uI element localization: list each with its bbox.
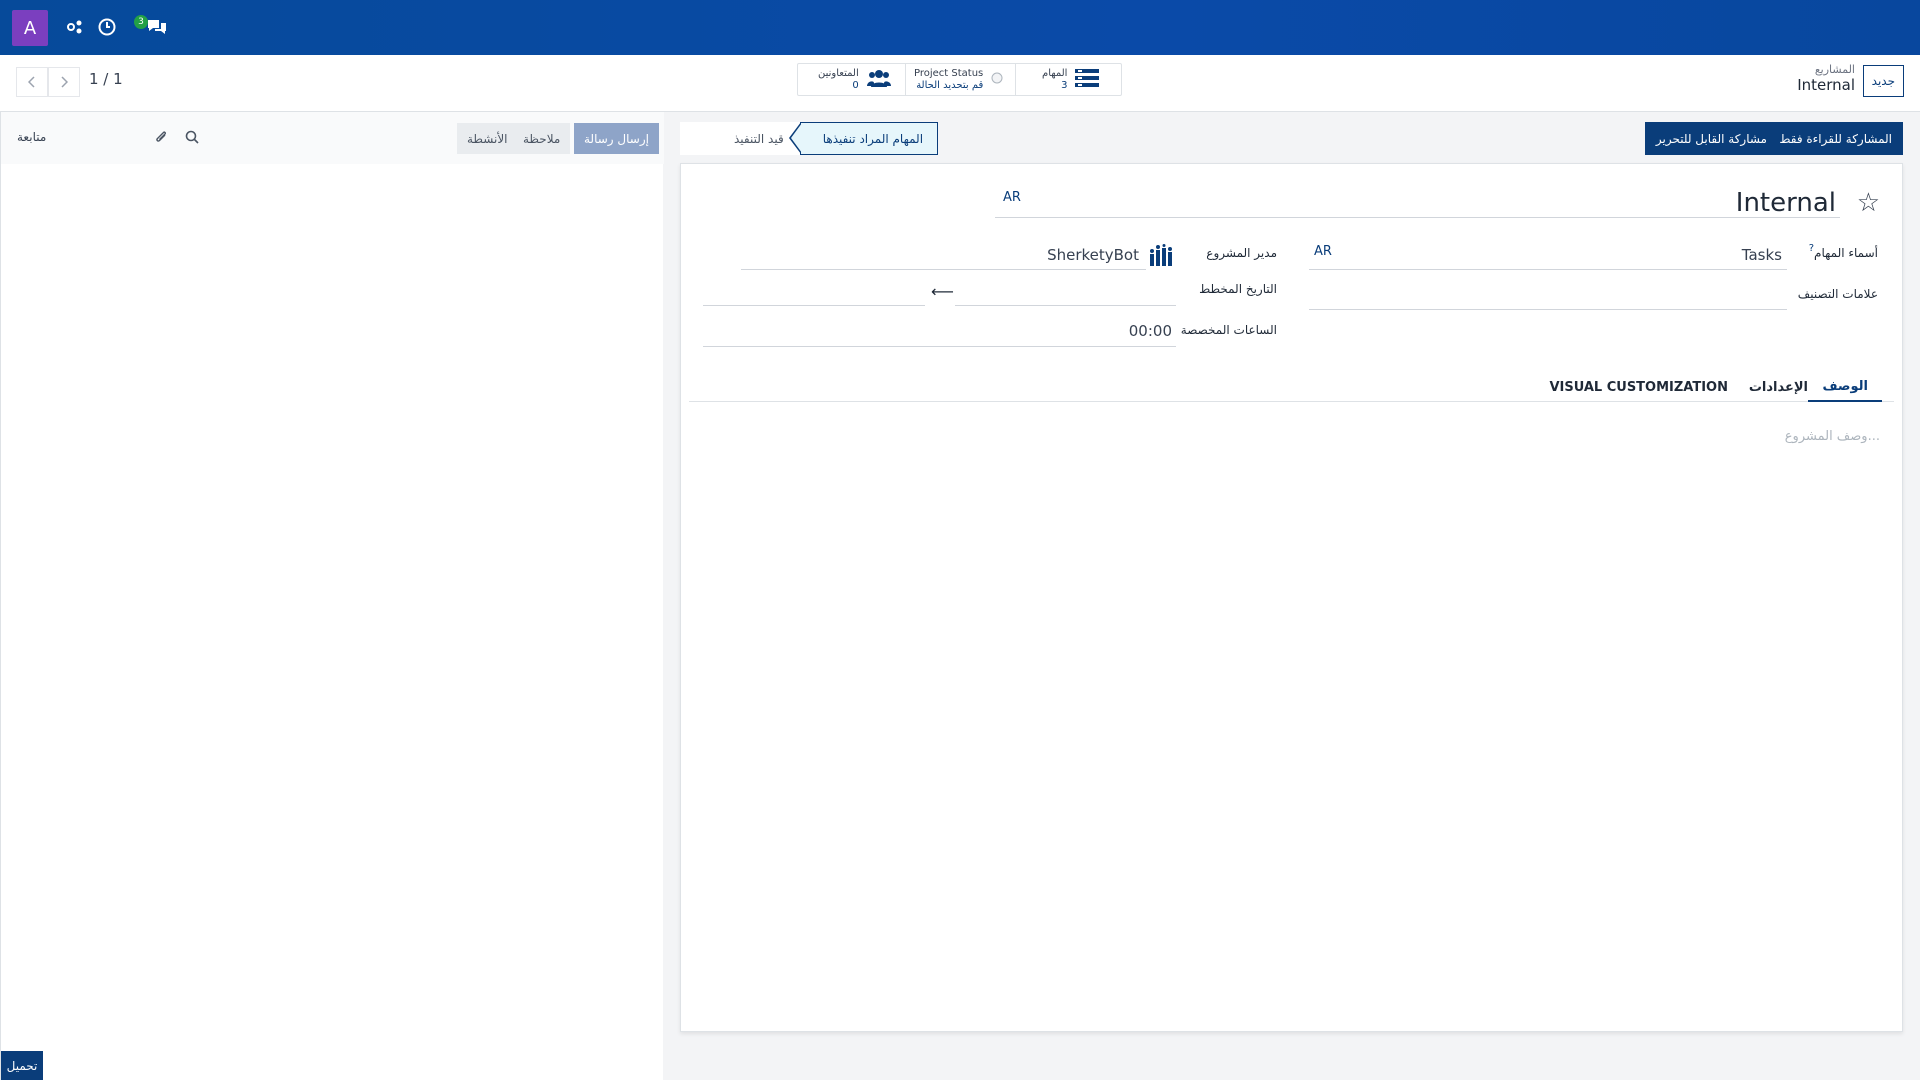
activities-button[interactable]: الأنشطة (457, 123, 518, 154)
stage-todo[interactable]: المهام المراد تنفيذها (788, 122, 939, 155)
description-editor[interactable]: وصف المشروع... (1785, 429, 1880, 444)
search-icon[interactable] (183, 128, 201, 146)
tasks-list-icon (1075, 68, 1100, 92)
stage-in-progress[interactable]: قيد التنفيذ (680, 122, 800, 155)
top-navbar: A 3 (0, 0, 1920, 55)
tasks-value: 3 (1061, 80, 1068, 91)
title-lang-tag[interactable]: AR (1003, 190, 1021, 205)
stat-divider (1015, 64, 1016, 95)
pager-next-button[interactable] (48, 67, 80, 97)
users-icon (866, 68, 891, 92)
project-manager-label: مدير المشروع (1206, 246, 1277, 260)
status-circle-icon (991, 72, 1003, 88)
tab-settings[interactable]: الإعدادات (1735, 372, 1822, 402)
stat-divider (905, 64, 906, 95)
breadcrumb-current: Internal (1797, 76, 1855, 94)
share-readonly-button[interactable]: المشاركة للقراءة فقط (1768, 122, 1903, 155)
download-button[interactable]: تحميل (1, 1051, 43, 1080)
task-names-value[interactable]: Tasks (1742, 246, 1782, 264)
follow-button[interactable]: متابعة (17, 130, 46, 144)
share-editable-button[interactable]: مشاركة القابل للتحرير (1644, 122, 1778, 155)
chatter-panel: إرسال رسالة ملاحظة الأنشطة متابعة تحميل (0, 112, 664, 1080)
project-manager-underline (741, 269, 1146, 270)
planned-date-end-field[interactable] (703, 305, 925, 306)
allocated-hours-value[interactable]: 00:00 (1129, 322, 1172, 340)
project-status-stat[interactable]: Project Status قم بتحديد الحالة (914, 64, 1003, 95)
planned-date-start-field[interactable] (955, 305, 1176, 306)
breadcrumb: المشاريع Internal (1797, 63, 1855, 94)
control-panel: 1 / 1 المتعاونين 0 Project Status قم بتح… (0, 55, 1920, 112)
project-status-value: قم بتحديد الحالة (916, 80, 984, 91)
allocated-hours-label: الساعات المخصصة (1180, 323, 1277, 337)
chatter-toolbar: إرسال رسالة ملاحظة الأنشطة متابعة (1, 112, 664, 164)
allocated-hours-underline (703, 346, 1176, 347)
breadcrumb-parent[interactable]: المشاريع (1797, 63, 1855, 76)
tasks-label: المهام (1042, 68, 1068, 79)
paperclip-icon[interactable] (152, 128, 170, 146)
help-tooltip-icon[interactable]: ? (1809, 243, 1814, 254)
notebook-tabs: الوصف الإعدادات VISUAL CUSTOMIZATION (689, 372, 1894, 402)
date-range-arrow-icon: ⟵ (931, 282, 954, 301)
tasks-stat[interactable]: المهام 3 (1042, 64, 1100, 95)
chat-icon[interactable] (146, 16, 168, 38)
project-name-field[interactable]: Internal (995, 186, 1840, 218)
star-icon[interactable]: ☆ (1857, 188, 1880, 218)
tags-field[interactable] (1309, 309, 1787, 310)
log-note-button[interactable]: ملاحظة (513, 123, 571, 154)
planned-date-label: التاريخ المخطط (1199, 282, 1277, 296)
chat-badge: 3 (134, 15, 148, 29)
project-name[interactable]: Internal (1736, 188, 1836, 218)
tags-label: علامات التصنيف (1797, 287, 1878, 301)
user-avatar[interactable]: A (12, 10, 48, 46)
task-names-lang-tag[interactable]: AR (1314, 244, 1332, 259)
tab-visual-customization[interactable]: VISUAL CUSTOMIZATION (1535, 372, 1742, 402)
project-manager-value[interactable]: SherketyBot (1047, 246, 1139, 264)
clock-icon[interactable] (96, 16, 118, 38)
stat-buttons: المتعاونين 0 Project Status قم بتحديد ال… (797, 63, 1122, 96)
task-names-label: أسماء المهام (1814, 246, 1878, 260)
manager-avatar-icon (1149, 244, 1175, 270)
pager-value[interactable]: 1 / 1 (89, 70, 123, 88)
new-button[interactable]: جديد (1862, 65, 1904, 97)
collaborators-label: المتعاونين (818, 68, 859, 79)
task-names-underline (1309, 269, 1787, 270)
collaborators-stat[interactable]: المتعاونين 0 (818, 64, 891, 95)
collaborators-value: 0 (852, 80, 859, 91)
pager-prev-button[interactable] (16, 67, 48, 97)
project-status-label: Project Status (914, 68, 984, 79)
settings-share-icon[interactable] (64, 16, 86, 38)
stage-status-bar: قيد التنفيذ المهام المراد تنفيذها (680, 122, 939, 155)
send-message-button[interactable]: إرسال رسالة (574, 123, 659, 154)
form-toolbar: المشاركة للقراءة فقط مشاركة القابل للتحر… (664, 112, 1920, 162)
form-sheet: ☆ Internal AR أسماء المهام ? Tasks AR عل… (680, 163, 1903, 1032)
